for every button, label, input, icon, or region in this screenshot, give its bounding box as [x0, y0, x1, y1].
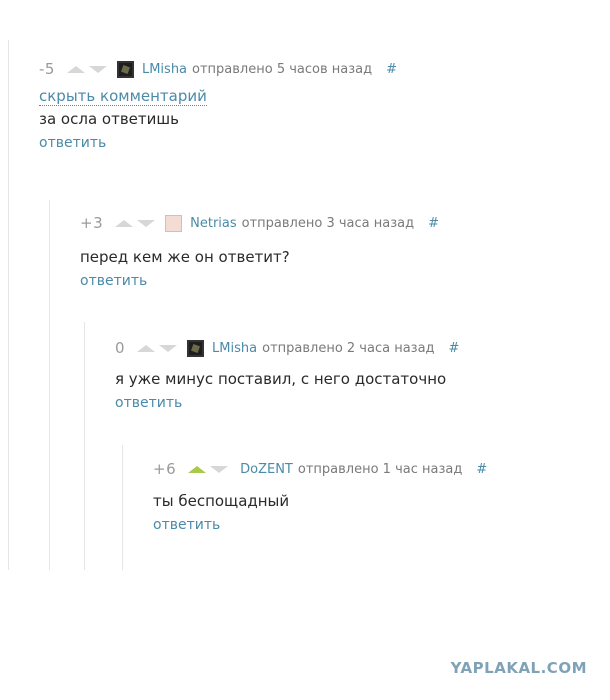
author-link[interactable]: Netrias [190, 216, 237, 231]
comment-3: 0 LMisha отправлено 2 часа назад # я уже… [115, 339, 459, 411]
upvote-arrow-icon[interactable] [188, 465, 207, 473]
avatar-icon[interactable] [187, 339, 205, 357]
comment-header: 0 LMisha отправлено 2 часа назад # [115, 339, 459, 357]
site-watermark: YAPLAKAL.COM [450, 659, 587, 677]
hide-comment-link[interactable]: скрыть комментарий [39, 88, 207, 106]
comment-text: ты беспощадный [153, 492, 290, 510]
reply-link[interactable]: ответить [153, 517, 487, 533]
downvote-arrow-icon[interactable] [210, 465, 229, 473]
author-link[interactable]: LMisha [142, 62, 187, 77]
downvote-arrow-icon[interactable] [159, 344, 178, 352]
downvote-arrow-icon[interactable] [137, 219, 156, 227]
downvote-arrow-icon[interactable] [88, 65, 107, 73]
author-link[interactable]: LMisha [212, 341, 257, 356]
comment-header: -5 LMisha отправлено 5 часов назад # [39, 60, 397, 78]
reply-link[interactable]: ответить [80, 273, 439, 289]
comment-4: +6 DoZENT отправлено 1 час назад # ты бе… [153, 460, 487, 533]
comment-text: за осла ответишь [39, 110, 179, 128]
comment-text: я уже минус поставил, с него достаточно [115, 370, 447, 388]
upvote-arrow-icon[interactable] [66, 65, 85, 73]
posted-time: отправлено 5 часов назад [192, 61, 373, 77]
avatar-icon[interactable] [165, 214, 183, 232]
comment-2: +3 Netrias отправлено 3 часа назад # пер… [80, 214, 439, 289]
comment-rating: +3 [80, 214, 104, 232]
comment-header: +6 DoZENT отправлено 1 час назад # [153, 460, 487, 478]
author-link[interactable]: DoZENT [240, 462, 293, 477]
permalink-hash[interactable]: # [476, 462, 487, 477]
posted-time: отправлено 1 час назад [297, 461, 463, 477]
upvote-arrow-icon[interactable] [115, 219, 134, 227]
permalink-hash[interactable]: # [449, 341, 460, 356]
avatar-icon[interactable] [116, 60, 134, 78]
thread-line-1 [8, 40, 9, 570]
comment-1: -5 LMisha отправлено 5 часов назад # скр… [39, 60, 397, 151]
thread-line-4 [122, 445, 123, 570]
permalink-hash[interactable]: # [386, 62, 397, 77]
comment-rating: 0 [115, 339, 126, 357]
upvote-arrow-icon[interactable] [137, 344, 156, 352]
comment-header: +3 Netrias отправлено 3 часа назад # [80, 214, 439, 232]
comment-rating: -5 [39, 60, 55, 78]
comment-text: перед кем же он ответит? [80, 248, 290, 266]
reply-link[interactable]: ответить [39, 135, 397, 151]
permalink-hash[interactable]: # [428, 216, 439, 231]
reply-link[interactable]: ответить [115, 395, 459, 411]
thread-line-3 [84, 322, 85, 570]
comment-rating: +6 [153, 460, 177, 478]
posted-time: отправлено 2 часа назад [262, 340, 435, 356]
thread-line-2 [49, 200, 50, 570]
posted-time: отправлено 3 часа назад [241, 215, 415, 231]
